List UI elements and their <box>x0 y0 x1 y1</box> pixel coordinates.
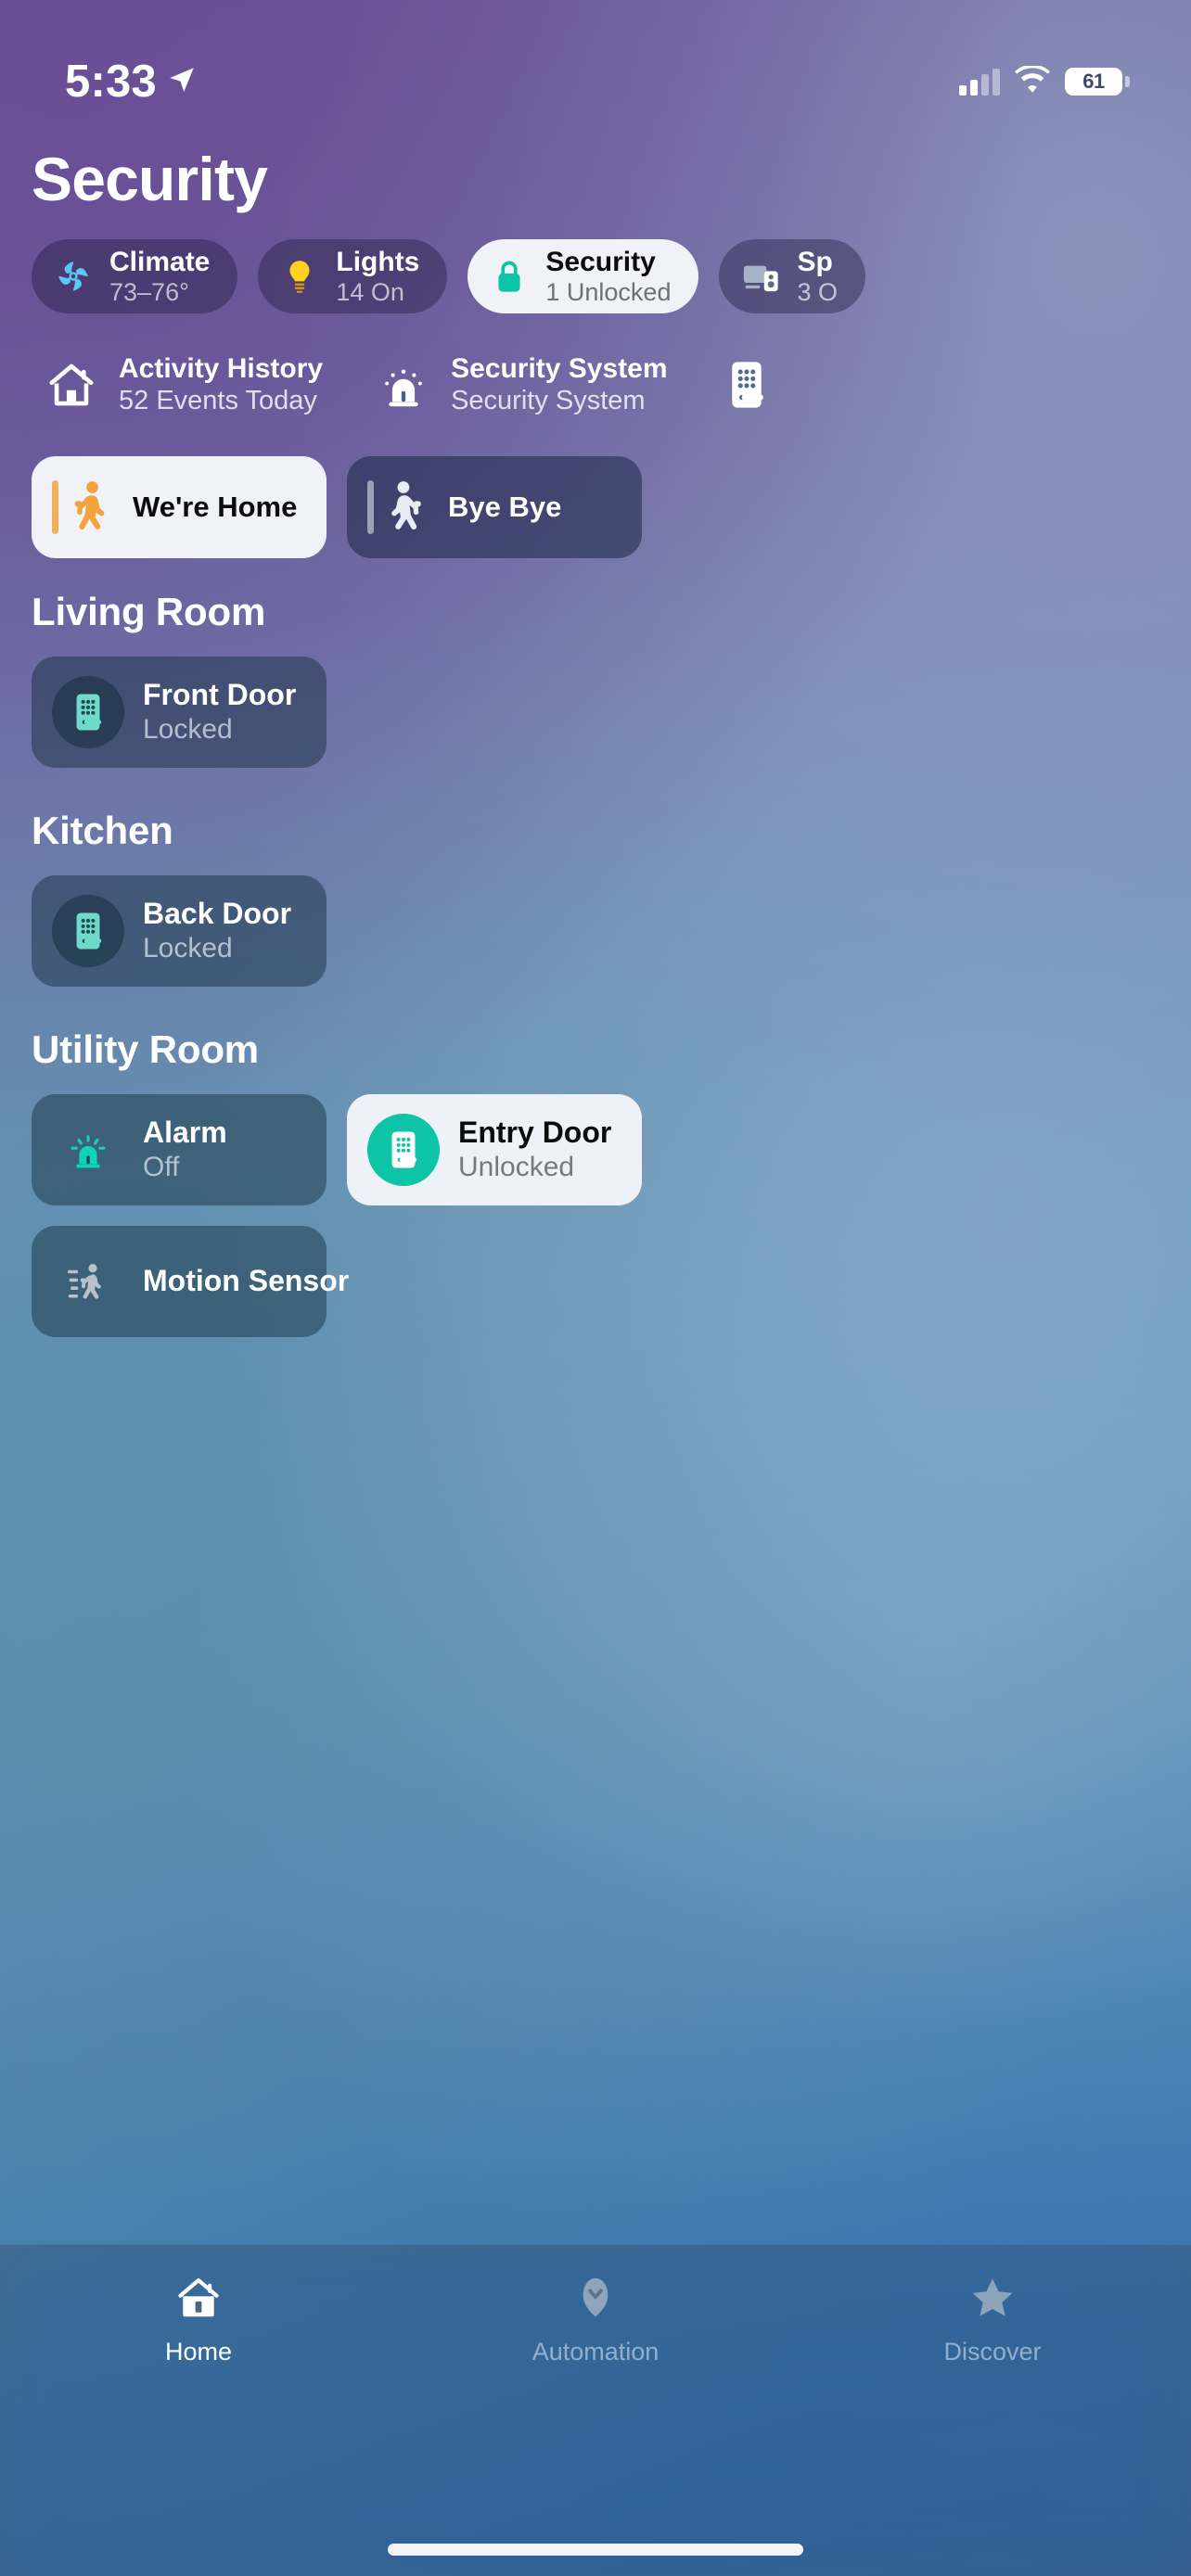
category-label: Climate <box>109 247 211 278</box>
device-name: Front Door <box>143 678 297 712</box>
device-tile-back-door[interactable]: Back Door Locked <box>32 875 327 987</box>
door-lock-icon <box>52 895 124 967</box>
category-pill-row[interactable]: Climate 73–76° Lights 14 On Security 1 U… <box>0 239 1191 313</box>
category-label: Sp <box>797 247 833 278</box>
scene-bye-bye[interactable]: Bye Bye <box>347 456 642 558</box>
fan-icon <box>54 257 93 296</box>
door-lock-icon <box>52 676 124 748</box>
device-name: Entry Door <box>458 1116 612 1150</box>
tab-label: Discover <box>943 2338 1042 2366</box>
page-title: Security <box>32 145 268 213</box>
tab-label: Home <box>164 2338 233 2366</box>
wifi-icon <box>1015 63 1050 98</box>
lock-icon <box>490 257 529 296</box>
scene-label: We're Home <box>133 491 298 523</box>
category-status: 14 On <box>336 277 404 306</box>
tab-automation[interactable]: Automation <box>397 2271 794 2366</box>
category-label: Lights <box>336 247 420 278</box>
siren-icon <box>377 358 430 412</box>
category-pill-speakers[interactable]: Sp 3 O <box>719 239 865 313</box>
device-name: Back Door <box>143 897 292 931</box>
scene-row: We're Home Bye Bye <box>32 456 1191 558</box>
category-status: 3 O <box>797 277 838 306</box>
device-name: Alarm <box>143 1116 227 1150</box>
status-item-title: Security System <box>451 353 668 384</box>
automation-icon <box>567 2271 624 2325</box>
status-item-subtitle: 52 Events Today <box>119 386 317 416</box>
siren-icon <box>52 1114 124 1186</box>
cellular-signal-icon <box>959 68 1000 96</box>
tab-list: Home Automation Discover <box>0 2245 1191 2366</box>
door-lock-icon <box>722 358 775 412</box>
star-icon <box>964 2271 1021 2325</box>
device-status: Locked <box>143 933 233 964</box>
room-section-living-room: Living Room Front Door Locked <box>32 590 327 768</box>
tab-label: Automation <box>531 2338 660 2366</box>
status-bar: 5:33 61 <box>0 0 1191 122</box>
status-bar-right: 61 <box>959 63 1130 98</box>
category-pill-security[interactable]: Security 1 Unlocked <box>467 239 699 313</box>
device-tile-motion-sensor[interactable]: Motion Sensor <box>32 1226 349 1337</box>
motion-sensor-icon <box>52 1245 124 1318</box>
tab-home[interactable]: Home <box>0 2271 397 2366</box>
status-item-subtitle: Security System <box>451 386 646 416</box>
person-walking-out-icon <box>367 478 428 537</box>
room-title: Living Room <box>32 590 266 633</box>
tile-row: Alarm Off Entry Door Unlocked <box>32 1094 642 1205</box>
device-tile-alarm[interactable]: Alarm Off <box>32 1094 327 1205</box>
home-indicator[interactable] <box>388 2544 803 2556</box>
person-walking-in-icon <box>52 478 112 537</box>
room-title: Kitchen <box>32 809 173 852</box>
room-section-utility-room: Utility Room Alarm Off Entry Door Unlock… <box>32 1027 642 1337</box>
category-status: 1 Unlocked <box>545 277 672 306</box>
device-status: Unlocked <box>458 1152 575 1183</box>
tile-row: Front Door Locked <box>32 657 327 768</box>
device-status: Off <box>143 1152 180 1183</box>
status-bar-left: 5:33 <box>65 56 198 107</box>
door-lock-icon <box>367 1114 440 1186</box>
category-label: Security <box>545 247 656 278</box>
status-summary-strip: Activity History 52 Events Today Securit… <box>0 352 1191 417</box>
status-bar-clock: 5:33 <box>65 56 157 107</box>
tile-row: Back Door Locked <box>32 875 327 987</box>
tab-bar: Home Automation Discover <box>0 2244 1191 2576</box>
battery-icon: 61 <box>1065 68 1130 96</box>
lightbulb-icon <box>280 257 319 296</box>
tile-row: Motion Sensor <box>32 1226 642 1337</box>
category-pill-climate[interactable]: Climate 73–76° <box>32 239 238 313</box>
battery-percent-label: 61 <box>1082 70 1105 93</box>
location-arrow-icon <box>166 64 198 100</box>
category-pill-lights[interactable]: Lights 14 On <box>258 239 448 313</box>
room-section-kitchen: Kitchen Back Door Locked <box>32 809 327 987</box>
speaker-icon <box>741 257 780 296</box>
device-tile-entry-door[interactable]: Entry Door Unlocked <box>347 1094 642 1205</box>
house-icon <box>170 2271 227 2325</box>
category-status: 73–76° <box>109 277 189 306</box>
status-item-title: Activity History <box>119 353 324 384</box>
scene-were-home[interactable]: We're Home <box>32 456 327 558</box>
house-icon <box>45 358 98 412</box>
device-tile-front-door[interactable]: Front Door Locked <box>32 657 327 768</box>
scene-label: Bye Bye <box>448 491 562 523</box>
status-item-security-system[interactable]: Security System Security System <box>377 352 721 417</box>
room-title: Utility Room <box>32 1027 259 1071</box>
device-name: Motion Sensor <box>143 1264 350 1298</box>
status-item-activity-history[interactable]: Activity History 52 Events Today <box>45 352 377 417</box>
status-item-door-lock[interactable] <box>722 358 850 412</box>
device-status: Locked <box>143 714 233 746</box>
tab-discover[interactable]: Discover <box>794 2271 1191 2366</box>
